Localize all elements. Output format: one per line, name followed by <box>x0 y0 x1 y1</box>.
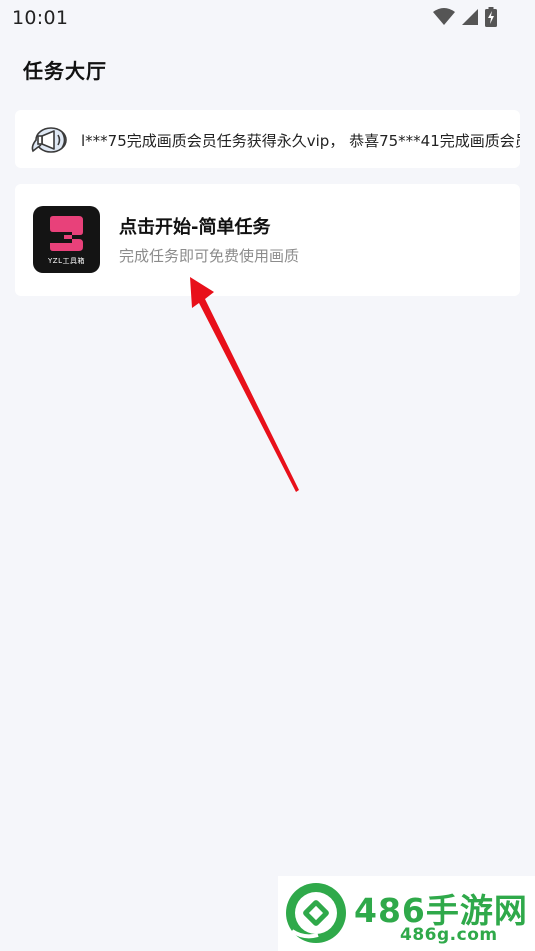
watermark: 486手游网 486g.com <box>278 876 535 951</box>
status-icons <box>433 7 497 27</box>
notice-marquee: l***75完成画质会员任务获得永久vip， 恭喜75***41完成画质会员任务… <box>81 110 520 168</box>
status-bar: 10:01 <box>0 0 535 36</box>
app-logo-text: YZL工具箱 <box>48 257 85 265</box>
task-card[interactable]: YZL工具箱 点击开始-简单任务 完成任务即可免费使用画质 <box>15 184 520 296</box>
task-subtitle: 完成任务即可免费使用画质 <box>119 247 300 265</box>
status-time: 10:01 <box>12 7 69 29</box>
app-logo: YZL工具箱 <box>33 206 100 273</box>
page-title: 任务大厅 <box>23 59 107 83</box>
megaphone-icon <box>31 127 67 153</box>
watermark-logo-icon <box>286 883 346 943</box>
wifi-icon <box>433 8 455 25</box>
cell-signal-icon <box>462 9 478 25</box>
notice-text: l***75完成画质会员任务获得永久vip， 恭喜75***41完成画质会员任务… <box>81 132 520 150</box>
watermark-url: 486g.com <box>400 925 498 945</box>
notice-bar[interactable]: l***75完成画质会员任务获得永久vip， 恭喜75***41完成画质会员任务… <box>15 110 520 168</box>
battery-charging-icon <box>485 7 497 27</box>
task-title: 点击开始-简单任务 <box>119 217 271 238</box>
